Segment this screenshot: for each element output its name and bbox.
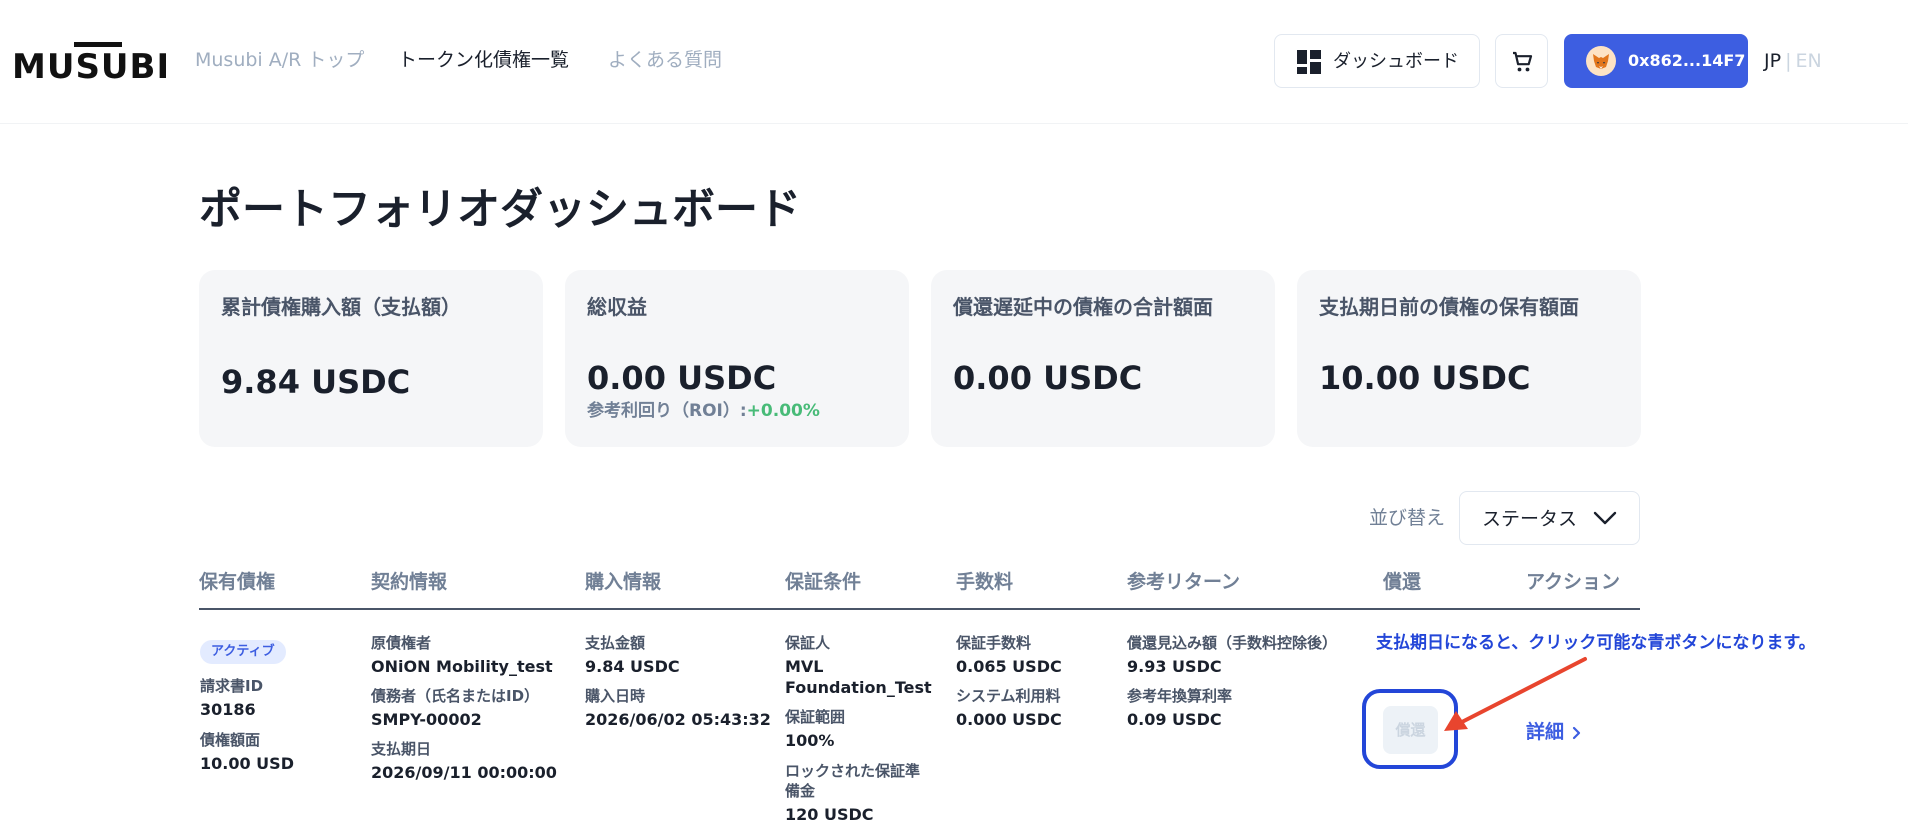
guarantee-fee-label: 保証手数料 (956, 634, 1032, 652)
coverage-value: 100% (785, 731, 835, 750)
cart-button[interactable] (1495, 34, 1548, 88)
guarantor-value-line1: MVL (785, 657, 824, 676)
th-fees: 手数料 (956, 571, 1014, 593)
coverage-label: 保証範囲 (785, 708, 846, 726)
lang-jp[interactable]: JP (1764, 50, 1781, 72)
lang-separator: | (1785, 50, 1792, 72)
paid-amount-label: 支払金額 (585, 634, 646, 652)
th-purchase: 購入情報 (585, 571, 662, 593)
guarantor-value-line2: Foundation_Test (785, 678, 932, 697)
stat-card-value: 9.84 USDC (221, 363, 411, 401)
guarantee-fee-value: 0.065 USDC (956, 657, 1062, 676)
dashboard-grid-icon (1297, 50, 1321, 74)
debtor-label: 債務者（氏名またはID） (371, 687, 540, 705)
stat-card-value: 0.00 USDC (587, 359, 777, 397)
th-return: 参考リターン (1127, 571, 1241, 593)
stat-card-holding-before-due: 支払期日前の債権の保有額面 10.00 USDC (1297, 270, 1641, 447)
locked-reserve-value: 120 USDC (785, 805, 874, 824)
stat-card-total-purchase: 累計債権購入額（支払額） 9.84 USDC (199, 270, 543, 447)
stat-card-delayed-total: 償還遅延中の債権の合計額面 0.00 USDC (931, 270, 1275, 447)
sort-select-value: ステータス (1482, 508, 1578, 530)
lang-en[interactable]: EN (1795, 50, 1821, 72)
roi-value: +0.00% (746, 401, 820, 421)
chevron-down-icon (1593, 511, 1617, 525)
table-header-divider (199, 608, 1640, 610)
stat-card-label: 支払期日前の債権の保有額面 (1319, 295, 1579, 319)
locked-reserve-label-line1: ロックされた保証準 (785, 762, 921, 780)
expected-redemption-value: 9.93 USDC (1127, 657, 1222, 676)
stat-card-label: 累計債権購入額（支払額） (221, 295, 461, 319)
roi-label: 参考利回り（ROI）: (587, 401, 747, 421)
locked-reserve-label-line2: 備金 (785, 782, 816, 800)
sort-select[interactable]: ステータス (1459, 491, 1640, 545)
nav-link-token-list[interactable]: トークン化債権一覧 (398, 48, 569, 72)
dashboard-button-label: ダッシュボード (1333, 51, 1459, 72)
system-fee-value: 0.000 USDC (956, 710, 1062, 729)
face-value-label: 債権額面 (200, 731, 261, 749)
th-holding: 保有債権 (199, 571, 276, 593)
nav-link-top[interactable]: Musubi A/R トップ (195, 48, 364, 72)
th-contract: 契約情報 (371, 571, 448, 593)
invoice-id-value: 30186 (200, 700, 256, 719)
creditor-value: ONiON Mobility_test (371, 657, 553, 676)
system-fee-label: システム利用料 (956, 687, 1061, 705)
dashboard-button[interactable]: ダッシュボード (1274, 34, 1480, 88)
stat-card-label: 総収益 (587, 295, 647, 319)
sort-label: 並び替え (1369, 507, 1446, 529)
top-navbar: MUSUBI Musubi A/R トップ トークン化債権一覧 よくある質問 ダ… (0, 0, 1908, 124)
language-switcher: JP | EN (1764, 49, 1822, 73)
expected-redemption-label: 償還見込み額（手数料控除後） (1127, 634, 1338, 652)
stat-card-total-revenue: 総収益 0.00 USDC 参考利回り（ROI）:+0.00% (565, 270, 909, 447)
guarantor-label: 保証人 (785, 634, 831, 652)
debtor-value: SMPY-00002 (371, 710, 482, 729)
annotation-text: 支払期日になると、クリック可能な青ボタンになります。 (1376, 633, 1816, 653)
th-guarantee: 保証条件 (785, 571, 862, 593)
annotation-arrow-icon (1444, 657, 1587, 731)
musubi-logo[interactable]: MUSUBI (12, 38, 169, 84)
wallet-button[interactable]: 0x862...14F7 (1564, 34, 1748, 88)
paid-amount-value: 9.84 USDC (585, 657, 680, 676)
logo-text: MUSUBI (12, 47, 171, 87)
wallet-address: 0x862...14F7 (1628, 51, 1746, 70)
purchase-date-label: 購入日時 (585, 687, 646, 705)
due-date-value: 2026/09/11 00:00:00 (371, 763, 557, 782)
status-badge: アクティブ (200, 640, 286, 664)
th-action: アクション (1526, 571, 1621, 593)
annual-rate-value: 0.09 USDC (1127, 710, 1222, 729)
purchase-date-value: 2026/06/02 05:43:32 (585, 710, 771, 729)
page-title: ポートフォリオダッシュボード (199, 185, 801, 235)
stat-card-value: 10.00 USDC (1319, 359, 1531, 397)
face-value: 10.00 USD (200, 754, 294, 773)
cart-icon (1513, 51, 1533, 72)
creditor-label: 原債権者 (371, 634, 432, 652)
stat-card-value: 0.00 USDC (953, 359, 1143, 397)
redeem-button[interactable]: 償還 (1383, 706, 1438, 754)
due-date-label: 支払期日 (371, 740, 432, 758)
metamask-fox-icon (1586, 46, 1616, 76)
roi-line: 参考利回り（ROI）:+0.00% (587, 400, 820, 422)
annual-rate-label: 参考年換算利率 (1127, 687, 1233, 705)
th-redeem: 償還 (1383, 571, 1422, 593)
invoice-id-label: 請求書ID (200, 677, 264, 695)
stat-card-label: 償還遅延中の債権の合計額面 (953, 295, 1213, 319)
nav-link-faq[interactable]: よくある質問 (608, 48, 722, 72)
